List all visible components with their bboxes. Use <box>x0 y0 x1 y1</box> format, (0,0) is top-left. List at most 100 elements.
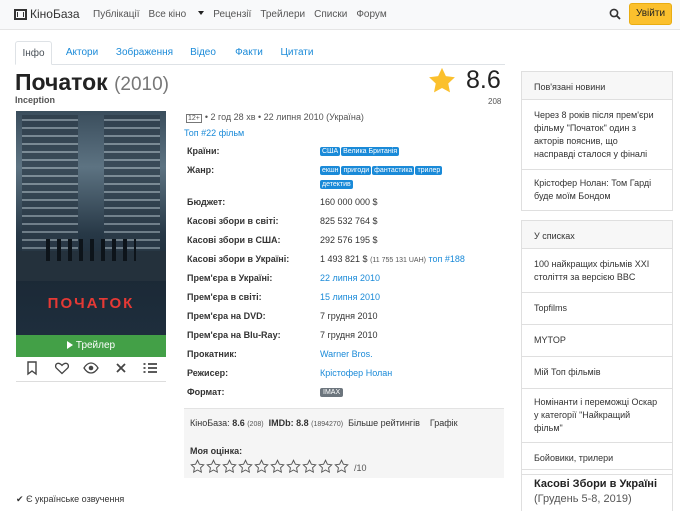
rating-star-icon[interactable] <box>318 459 333 474</box>
movie-tabs: Інфо Актори Зображення Відео Факти Цитат… <box>15 41 505 65</box>
tab-facts[interactable]: Факти <box>229 41 269 65</box>
genre-tag[interactable]: детектив <box>320 180 353 189</box>
ua-dub-label: Є українське озвучення <box>26 494 125 504</box>
trailer-label: Трейлер <box>75 340 116 351</box>
box-office-period: (Грудень 5-8, 2019) <box>534 493 632 505</box>
genre-tag[interactable]: пригоди <box>341 166 372 175</box>
format-badge[interactable]: IMAX <box>320 388 344 397</box>
kinobaza-votes: (208) <box>247 421 264 428</box>
lists-title: У списках <box>522 221 672 249</box>
nav-trailers[interactable]: Трейлери <box>260 9 305 20</box>
news-item[interactable]: Через 8 років після прем'єри фільму "Поч… <box>522 100 672 170</box>
nav-forum[interactable]: Форум <box>356 9 386 20</box>
ua-top-link[interactable]: топ #188 <box>428 254 464 264</box>
dvd-label: Прем'єра на DVD: <box>187 311 266 321</box>
rating-star-icon[interactable] <box>302 459 317 474</box>
premiere-world-link[interactable]: 15 липня 2010 <box>320 292 380 302</box>
format-value: IMAX <box>320 386 344 397</box>
top-rank-link[interactable]: Топ #22 фільм <box>184 128 244 138</box>
box-office-panel: Касові Збори в Україні (Грудень 5-8, 201… <box>521 469 673 511</box>
poster-building-left <box>22 115 78 255</box>
graph-link[interactable]: Графік <box>430 418 458 428</box>
distributor-link[interactable]: Warner Bros. <box>320 349 373 359</box>
star-icon <box>429 67 455 93</box>
country-tag[interactable]: США <box>320 147 341 156</box>
nav-links: Публікації Все кіно Рецензії Трейлери Сп… <box>93 9 396 20</box>
close-icon[interactable] <box>113 360 129 376</box>
tab-quotes[interactable]: Цитати <box>277 41 317 65</box>
nav-lists[interactable]: Списки <box>314 9 347 20</box>
nav-reviews[interactable]: Рецензії <box>213 9 251 20</box>
ua-gross-uah: (11 755 131 UAH) <box>370 257 426 264</box>
bluray-label: Прем'єра на Blu-Ray: <box>187 330 281 340</box>
genre-tag[interactable]: фантастика <box>372 166 415 175</box>
usa-gross-value: 292 576 195 $ <box>320 235 378 245</box>
rating-star-icon[interactable] <box>190 459 205 474</box>
list-item[interactable]: Topfilms <box>522 293 672 325</box>
login-button[interactable]: Увійти <box>629 3 672 25</box>
genre-tags-row2: детектив <box>320 178 354 189</box>
genre-tag[interactable]: трилер <box>415 166 443 175</box>
list-item[interactable]: Мій Топ фільмів <box>522 357 672 389</box>
brand-logo[interactable]: КіноБаза <box>14 7 80 21</box>
nav-all-movies[interactable]: Все кіно <box>149 9 205 20</box>
director-link[interactable]: Крістофер Нолан <box>320 368 392 378</box>
original-title: Inception <box>15 95 55 105</box>
rating-star-icon[interactable] <box>238 459 253 474</box>
rating-star-icon[interactable] <box>206 459 221 474</box>
search-icon[interactable] <box>609 8 621 20</box>
tab-video[interactable]: Відео <box>185 41 221 65</box>
world-gross-label: Касові збори в світі: <box>187 216 279 226</box>
director-label: Режисер: <box>187 368 229 378</box>
tab-images[interactable]: Зображення <box>112 41 177 65</box>
related-news-title: Пов'язані новини <box>522 72 672 100</box>
page-title: Початок (2010) <box>15 69 169 96</box>
my-rating-label: Моя оцінка: <box>190 446 243 456</box>
related-news-panel: Пов'язані новини Через 8 років після пре… <box>521 71 673 211</box>
duration-release: • 2 год 28 хв • 22 липня 2010 (Україна) <box>204 112 364 122</box>
premiere-ua-label: Прем'єра в Україні: <box>187 273 273 283</box>
genre-tag[interactable]: екшн <box>320 166 341 175</box>
movie-year: (2010) <box>114 74 169 95</box>
bluray-value: 7 грудня 2010 <box>320 330 378 340</box>
genre-tags: екшн пригоди фантастика трилер <box>320 164 443 175</box>
kinobaza-rating: 8.6 <box>232 418 245 428</box>
film-icon <box>14 8 27 20</box>
top-navbar: КіноБаза Публікації Все кіно Рецензії Тр… <box>0 0 680 30</box>
bookmark-icon[interactable] <box>24 360 40 376</box>
movie-poster[interactable]: ПОЧАТОК <box>16 111 166 335</box>
news-item[interactable]: Крістофер Нолан: Том Гарді буде моїм Бон… <box>522 170 672 210</box>
ratings-box: КіноБаза: 8.6 (208) IMDb: 8.8 (1894270) … <box>184 408 504 478</box>
poster-figures <box>46 239 136 261</box>
more-ratings-link[interactable]: Більше рейтингів <box>348 418 420 428</box>
usa-gross-label: Касові збори в США: <box>187 235 281 245</box>
imdb-rating: 8.8 <box>296 418 309 428</box>
budget-value: 160 000 000 $ <box>320 197 378 207</box>
nav-publications[interactable]: Публікації <box>93 9 140 20</box>
rating-scale: /10 <box>354 463 367 473</box>
imdb-votes: (1894270) <box>311 421 344 428</box>
rating-star-icon[interactable] <box>222 459 237 474</box>
rating-star-icon[interactable] <box>254 459 269 474</box>
ratings-summary: КіноБаза: 8.6 (208) IMDb: 8.8 (1894270) … <box>190 418 458 428</box>
tab-actors[interactable]: Актори <box>58 41 106 65</box>
tab-info[interactable]: Інфо <box>15 41 52 65</box>
heart-icon[interactable] <box>54 360 70 376</box>
premiere-ua-link[interactable]: 22 липня 2010 <box>320 273 380 283</box>
list-item[interactable]: 100 найкращих фільмів XXI століття за ве… <box>522 249 672 293</box>
trailer-button[interactable]: Трейлер <box>16 335 166 357</box>
country-tag[interactable]: Велика Британія <box>341 147 400 156</box>
box-office-title[interactable]: Касові Збори в Україні <box>534 478 660 490</box>
distributor-label: Прокатник: <box>187 349 237 359</box>
world-gross-value: 825 532 764 $ <box>320 216 378 226</box>
eye-icon[interactable] <box>83 360 99 376</box>
list-item[interactable]: MYTOP <box>522 325 672 357</box>
list-icon[interactable] <box>142 360 158 376</box>
list-item[interactable]: Номінанти і переможці Оскар у категорії … <box>522 389 672 443</box>
poster-title: ПОЧАТОК <box>47 295 135 312</box>
rating-star-icon[interactable] <box>334 459 349 474</box>
nav-all-movies-label: Все кіно <box>148 9 187 20</box>
rating-star-icon[interactable] <box>270 459 285 474</box>
format-label: Формат: <box>187 387 225 397</box>
rating-star-icon[interactable] <box>286 459 301 474</box>
